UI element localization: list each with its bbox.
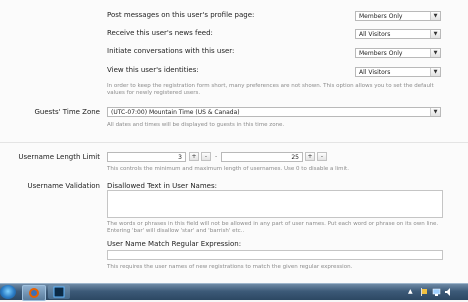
flag-glyph (421, 288, 427, 296)
regex-input[interactable] (107, 250, 443, 260)
privacy-select-conversations[interactable]: Members Only ▼ (355, 48, 441, 58)
disallowed-text-textarea[interactable] (107, 190, 443, 218)
flag-icon[interactable] (420, 287, 428, 297)
privacy-label-identities: View this user's identities: (107, 66, 199, 74)
username-max-decrement-button[interactable]: - (317, 152, 327, 161)
timezone-select[interactable]: (UTC-07:00) Mountain Time (US & Canada) … (107, 107, 441, 117)
username-min-input[interactable]: 3 (107, 152, 186, 162)
privacy-select-news-feed[interactable]: All Visitors ▼ (355, 29, 441, 39)
firefox-glyph (29, 288, 39, 298)
options-panel: Post messages on this user's profile pag… (0, 0, 468, 283)
disallowed-hint-line2: Entering 'bar' will disallow 'star' and … (107, 228, 245, 234)
privacy-note-line2: values for newly registered users. (107, 90, 201, 96)
select-value: All Visitors (359, 31, 391, 38)
privacy-label-post-messages: Post messages on this user's profile pag… (107, 11, 255, 19)
chevron-down-icon: ▼ (430, 30, 440, 38)
timezone-hint: All dates and times will be displayed to… (107, 122, 285, 128)
select-value: Members Only (359, 13, 403, 20)
range-separator: - (215, 153, 218, 160)
network-glyph (432, 288, 441, 296)
select-value: Members Only (359, 50, 403, 57)
regex-label: User Name Match Regular Expression: (107, 240, 242, 248)
username-max-input[interactable]: 25 (221, 152, 303, 162)
network-icon[interactable] (432, 287, 441, 297)
username-length-hint: This controls the minimum and maximum le… (107, 166, 349, 172)
username-validation-label: Username Validation (27, 182, 100, 190)
volume-glyph (445, 288, 450, 296)
start-orb-icon[interactable] (0, 285, 16, 299)
privacy-label-conversations: Initiate conversations with this user: (107, 47, 235, 55)
username-length-label: Username Length Limit (18, 153, 100, 161)
username-min-increment-button[interactable]: + (189, 152, 199, 161)
select-value: (UTC-07:00) Mountain Time (US & Canada) (111, 109, 240, 116)
photoshop-glyph (53, 286, 65, 298)
timezone-label: Guests' Time Zone (34, 108, 100, 116)
chevron-down-icon: ▼ (430, 12, 440, 20)
chevron-down-icon: ▼ (430, 68, 440, 76)
taskbar: ▲ (0, 283, 468, 301)
section-divider (0, 142, 468, 143)
chevron-down-icon: ▼ (430, 49, 440, 57)
privacy-label-news-feed: Receive this user's news feed: (107, 29, 213, 37)
volume-icon[interactable] (444, 287, 453, 297)
privacy-select-identities[interactable]: All Visitors ▼ (355, 67, 441, 77)
photoshop-icon[interactable] (48, 285, 70, 299)
privacy-select-post-messages[interactable]: Members Only ▼ (355, 11, 441, 21)
arrow-up-icon[interactable]: ▲ (408, 287, 413, 297)
firefox-icon[interactable] (22, 285, 46, 301)
select-value: All Visitors (359, 69, 391, 76)
username-min-decrement-button[interactable]: - (201, 152, 211, 161)
chevron-down-icon: ▼ (430, 108, 440, 116)
username-max-increment-button[interactable]: + (305, 152, 315, 161)
regex-hint: This requires the user names of new regi… (107, 264, 353, 270)
disallowed-text-label: Disallowed Text in User Names: (107, 182, 217, 190)
